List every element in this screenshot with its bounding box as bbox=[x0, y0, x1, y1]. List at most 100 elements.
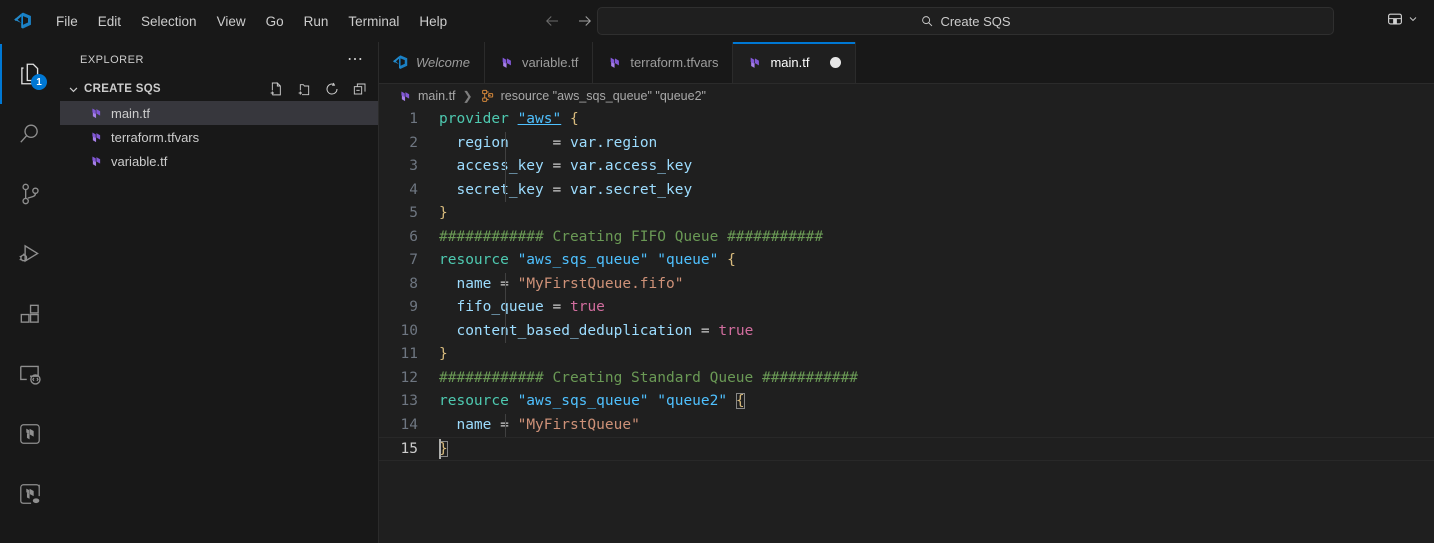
indent-guide bbox=[505, 272, 506, 296]
breadcrumb-symbol[interactable]: resource "aws_sqs_queue" "queue2" bbox=[480, 88, 706, 104]
editor-group: Welcome variable.tf terraform.tfvars mai… bbox=[379, 42, 1434, 543]
terraform-file-icon bbox=[498, 54, 515, 71]
tab-main-tf[interactable]: main.tf bbox=[733, 42, 857, 83]
command-center[interactable]: Create SQS bbox=[597, 7, 1334, 35]
vscode-logo-icon bbox=[392, 54, 409, 71]
tab-label: main.tf bbox=[770, 55, 810, 70]
activitybar-item-search[interactable] bbox=[0, 104, 60, 164]
line-number: 13 bbox=[400, 393, 418, 409]
symbol-structure-icon bbox=[480, 88, 496, 104]
line-text: provider "aws" { bbox=[439, 111, 579, 127]
line-text: } bbox=[439, 205, 448, 221]
breadcrumb-symbol-label: resource "aws_sqs_queue" "queue2" bbox=[500, 89, 706, 103]
extensions-icon bbox=[17, 301, 43, 327]
tab-bar: Welcome variable.tf terraform.tfvars mai… bbox=[379, 42, 1434, 84]
line-text: ############ Creating FIFO Queue #######… bbox=[439, 228, 824, 245]
tab-welcome[interactable]: Welcome bbox=[379, 42, 485, 83]
ellipsis-icon[interactable]: ⋯ bbox=[341, 51, 370, 67]
code-editor[interactable]: 1 provider "aws" { 2 region = var.region… bbox=[379, 108, 1434, 543]
code-line: 8 name = "MyFirstQueue.fifo" bbox=[379, 272, 1434, 296]
refresh-icon[interactable] bbox=[322, 79, 342, 99]
menu-go[interactable]: Go bbox=[256, 10, 294, 33]
vscode-logo-icon bbox=[0, 11, 46, 31]
tab-dirty-indicator[interactable] bbox=[830, 57, 842, 68]
code-line: 12 ############ Creating Standard Queue … bbox=[379, 367, 1434, 391]
arrow-left-icon[interactable] bbox=[542, 11, 562, 31]
menu-view[interactable]: View bbox=[207, 10, 256, 33]
activitybar-item-explorer[interactable]: 1 bbox=[0, 44, 60, 104]
line-text: region = var.region bbox=[439, 131, 657, 155]
terraform-icon bbox=[17, 421, 43, 447]
breadcrumb-file[interactable]: main.tf bbox=[397, 88, 456, 104]
explorer-file-main-tf[interactable]: main.tf bbox=[60, 101, 378, 125]
breadcrumb: main.tf ❯ resource "aws_sqs_queue" "queu… bbox=[379, 84, 1434, 108]
line-text: fifo_queue = true bbox=[439, 296, 605, 320]
workbench: 1 EXPLORER ⋯ CREATE SQS main.tf terrafor… bbox=[0, 42, 1434, 543]
line-number: 1 bbox=[409, 111, 418, 127]
source-control-icon bbox=[17, 181, 43, 207]
activitybar-item-extensions[interactable] bbox=[0, 284, 60, 344]
line-number: 4 bbox=[409, 181, 418, 198]
sidebar-explorer: EXPLORER ⋯ CREATE SQS main.tf terraform.… bbox=[60, 42, 379, 543]
tab-variable-tf[interactable]: variable.tf bbox=[484, 42, 594, 83]
sidebar-title-bar: EXPLORER ⋯ bbox=[60, 42, 378, 77]
arrow-right-icon[interactable] bbox=[575, 11, 595, 31]
activitybar-item-terraform-cloud[interactable] bbox=[0, 464, 60, 524]
navigation-buttons bbox=[542, 11, 595, 31]
code-content: 1 provider "aws" { 2 region = var.region… bbox=[379, 108, 1434, 461]
menu-terminal[interactable]: Terminal bbox=[338, 10, 409, 33]
line-text: resource "aws_sqs_queue" "queue" { bbox=[439, 252, 736, 268]
menu-bar[interactable]: File Edit Selection View Go Run Terminal… bbox=[46, 10, 457, 33]
terraform-file-icon bbox=[606, 54, 623, 71]
new-file-icon[interactable] bbox=[266, 79, 286, 99]
command-center-value[interactable]: Create SQS bbox=[940, 14, 1010, 29]
bracket-match: { bbox=[735, 393, 745, 409]
text-cursor bbox=[439, 439, 441, 459]
activitybar-item-source-control[interactable] bbox=[0, 164, 60, 224]
explorer-file-terraform-tfvars[interactable]: terraform.tfvars bbox=[60, 125, 378, 149]
line-number: 7 bbox=[409, 252, 418, 268]
collapse-all-icon[interactable] bbox=[350, 79, 370, 99]
terraform-file-icon bbox=[88, 153, 104, 169]
code-line-current: 15 } bbox=[379, 437, 1434, 461]
terraform-file-icon bbox=[397, 88, 413, 104]
explorer-badge: 1 bbox=[31, 74, 47, 90]
line-number: 2 bbox=[409, 134, 418, 151]
layout-panel-icon[interactable] bbox=[1383, 8, 1422, 30]
explorer-file-label: terraform.tfvars bbox=[111, 129, 200, 145]
tab-label: Welcome bbox=[416, 55, 470, 70]
explorer-folder-actions bbox=[266, 79, 370, 99]
chevron-down-icon[interactable] bbox=[66, 82, 81, 97]
explorer-file-label: variable.tf bbox=[111, 153, 168, 169]
explorer-folder-create-sqs[interactable]: CREATE SQS bbox=[60, 77, 378, 101]
code-line: 9 fifo_queue = true bbox=[379, 296, 1434, 320]
menu-help[interactable]: Help bbox=[409, 10, 457, 33]
menu-file[interactable]: File bbox=[46, 10, 88, 33]
indent-guide bbox=[505, 131, 506, 155]
code-line: 3 access_key = var.access_key bbox=[379, 155, 1434, 179]
new-folder-icon[interactable] bbox=[294, 79, 314, 99]
breadcrumb-file-label: main.tf bbox=[418, 89, 456, 103]
line-number: 5 bbox=[409, 205, 418, 221]
explorer-file-variable-tf[interactable]: variable.tf bbox=[60, 149, 378, 173]
sidebar-title: EXPLORER bbox=[80, 53, 144, 66]
activitybar-item-terraform[interactable] bbox=[0, 404, 60, 464]
menu-run[interactable]: Run bbox=[294, 10, 339, 33]
menu-selection[interactable]: Selection bbox=[131, 10, 207, 33]
code-line: 14 name = "MyFirstQueue" bbox=[379, 413, 1434, 437]
run-debug-icon bbox=[17, 241, 43, 267]
search-icon bbox=[17, 121, 43, 147]
line-text: secret_key = var.secret_key bbox=[439, 178, 692, 202]
menu-edit[interactable]: Edit bbox=[88, 10, 131, 33]
activitybar-item-remote-explorer[interactable] bbox=[0, 344, 60, 404]
line-number: 8 bbox=[409, 275, 418, 292]
line-text: } bbox=[439, 346, 448, 362]
tab-label: terraform.tfvars bbox=[630, 55, 719, 70]
indent-guide bbox=[505, 178, 506, 202]
activity-bar: 1 bbox=[0, 42, 60, 543]
tab-terraform-tfvars[interactable]: terraform.tfvars bbox=[593, 42, 734, 83]
code-line: 2 region = var.region bbox=[379, 131, 1434, 155]
tab-label: variable.tf bbox=[521, 55, 579, 70]
line-text: content_based_deduplication = true bbox=[439, 319, 753, 343]
activitybar-item-run-and-debug[interactable] bbox=[0, 224, 60, 284]
